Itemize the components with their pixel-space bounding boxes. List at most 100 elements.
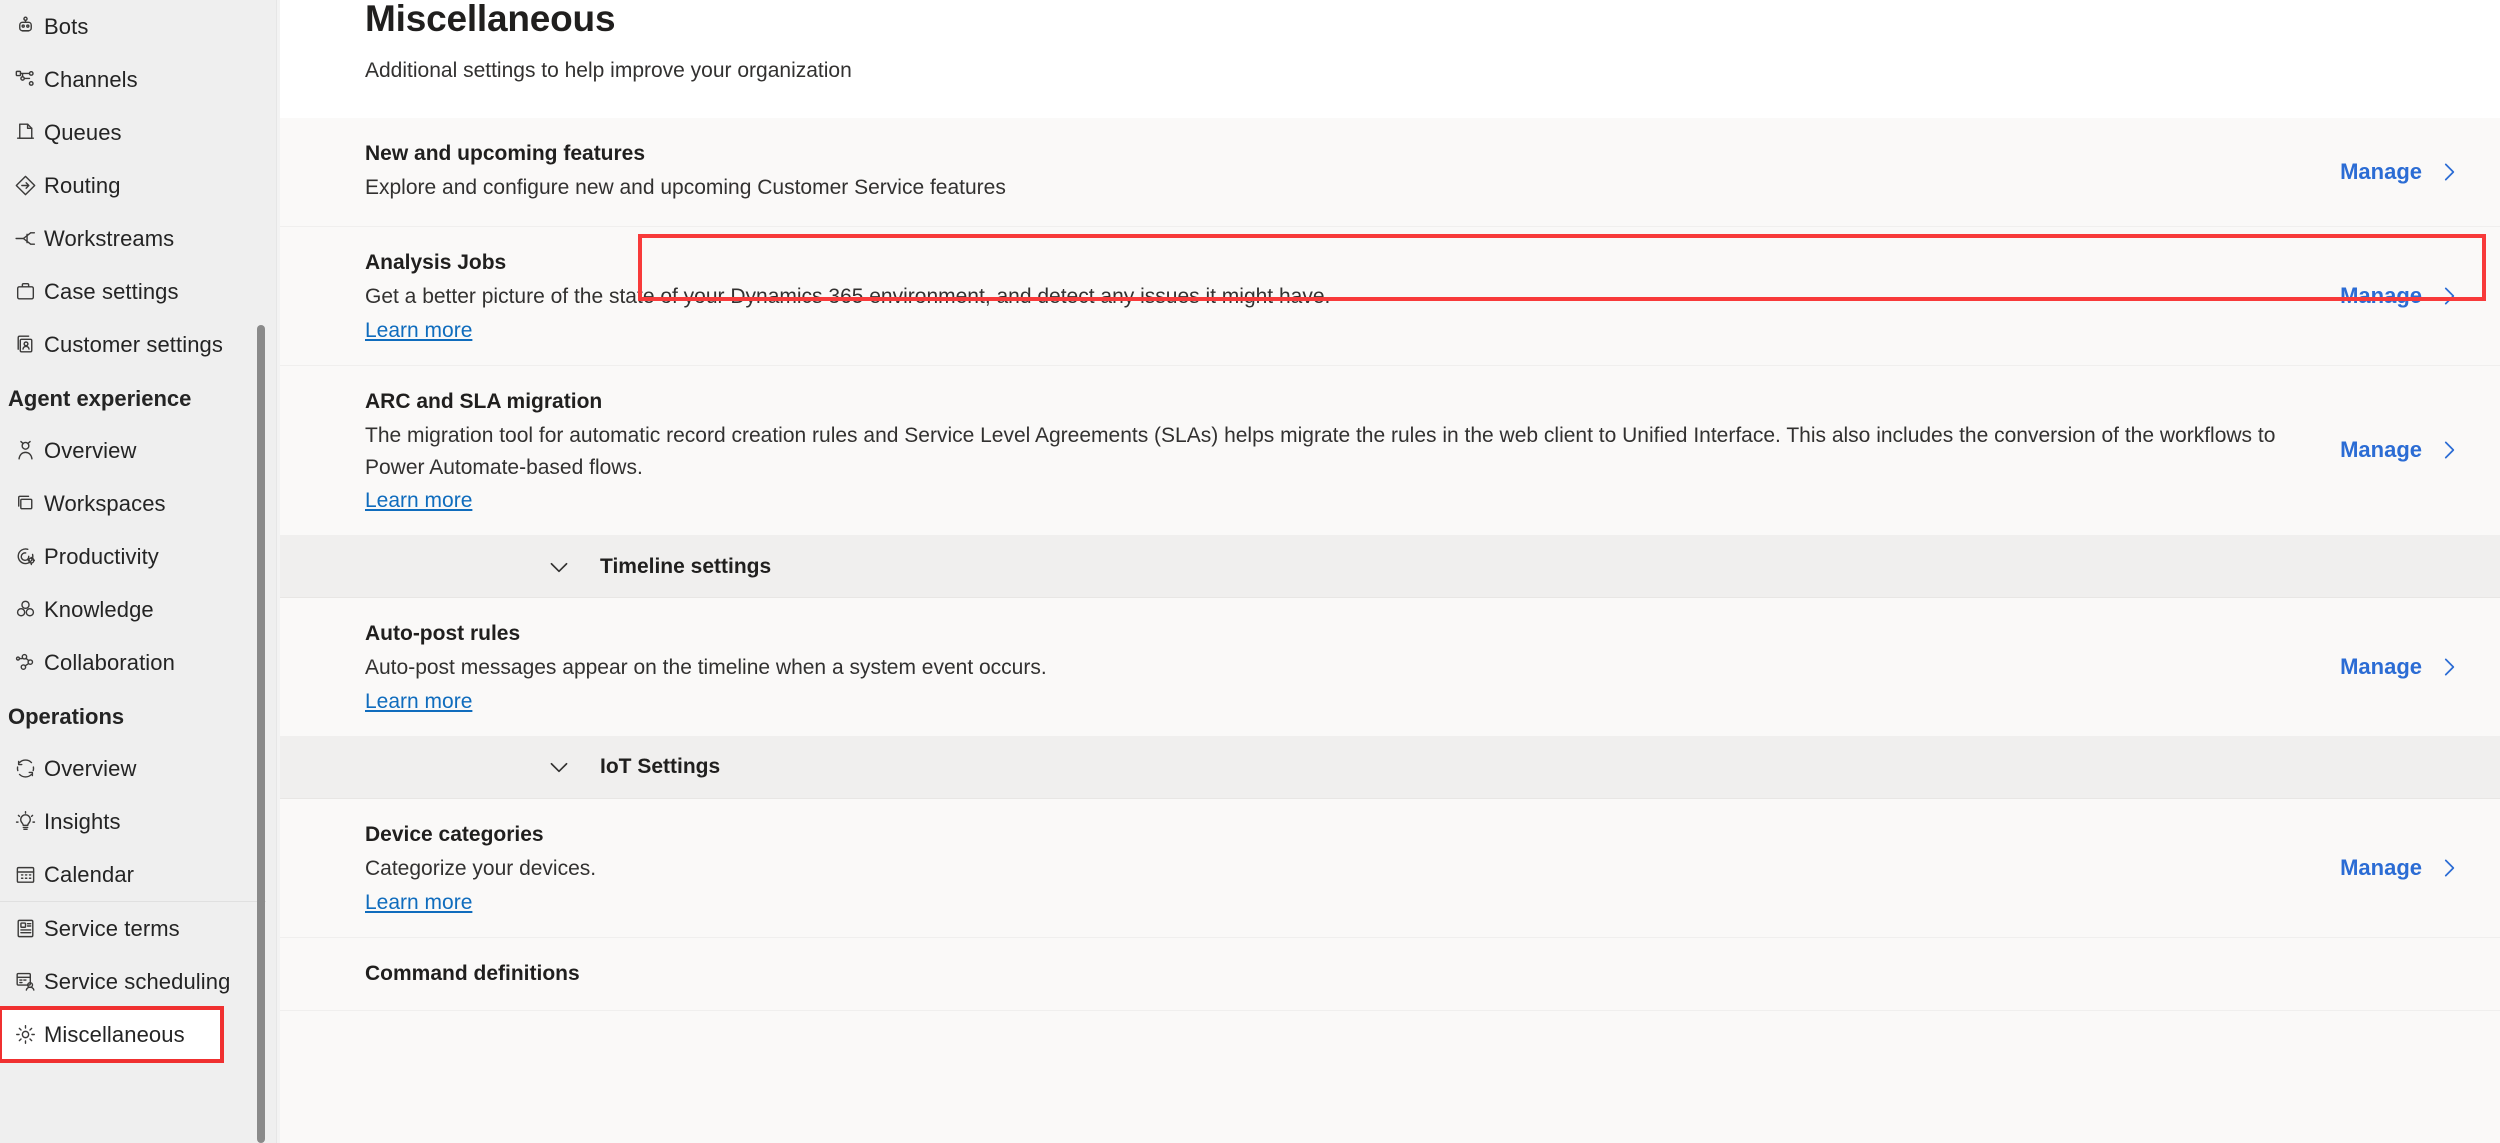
manage-button[interactable]: Manage	[2340, 283, 2480, 309]
chevron-right-icon	[2436, 283, 2462, 309]
setting-row-title: Device categories	[365, 822, 544, 846]
workspaces-icon	[6, 491, 44, 516]
manage-label: Manage	[2340, 653, 2422, 679]
setting-row-description: Auto-post messages appear on the timelin…	[365, 656, 1047, 680]
customer-icon	[6, 332, 44, 357]
service-scheduling-icon	[6, 969, 44, 994]
sidebar-item-label: Service scheduling	[44, 968, 231, 994]
chevron-down-icon[interactable]	[542, 554, 576, 580]
manage-button[interactable]: Manage	[2340, 159, 2480, 185]
sidebar-scrollbar-track[interactable]	[255, 0, 267, 1143]
sidebar-item-label: Miscellaneous	[44, 1021, 185, 1047]
setting-row[interactable]: Device categories Categorize your devices…	[280, 798, 2500, 938]
setting-row-content: ARC and SLA migration The migration tool …	[365, 366, 2340, 535]
sidebar-item-label: Workstreams	[44, 225, 175, 251]
learn-more-link[interactable]: Learn more	[365, 885, 472, 915]
sidebar-item-workstreams[interactable]: Workstreams	[0, 212, 280, 265]
queues-icon	[6, 120, 44, 145]
setting-row-title: Analysis Jobs	[365, 250, 507, 274]
setting-row-content: Analysis Jobs Get a better picture of the…	[365, 227, 2340, 365]
setting-row-content: Device categories Categorize your devices…	[365, 799, 2340, 937]
sidebar-item-label: Collaboration	[44, 649, 175, 675]
knowledge-icon	[6, 597, 44, 622]
setting-row-description: The migration tool for automatic record …	[365, 424, 2276, 479]
settings-rows: New and upcoming features Explore and con…	[280, 118, 2500, 1012]
sidebar-item-routing[interactable]: Routing	[0, 159, 280, 212]
group-header-iot-settings[interactable]: IoT Settings	[280, 736, 2500, 799]
setting-row-content: Auto-post rules Auto-post messages appear…	[365, 598, 2340, 736]
group-header-timeline-settings[interactable]: Timeline settings	[280, 536, 2500, 599]
productivity-icon	[6, 544, 44, 569]
calendar-icon	[6, 862, 44, 887]
group-header-label: Timeline settings	[600, 554, 772, 578]
setting-row[interactable]: Auto-post rules Auto-post messages appear…	[280, 598, 2500, 737]
sidebar-item-workspaces[interactable]: Workspaces	[0, 477, 280, 530]
gear-icon	[6, 1022, 44, 1047]
page-subtitle: Additional settings to help improve your…	[365, 59, 852, 82]
setting-row-title: Auto-post rules	[365, 622, 521, 646]
briefcase-icon	[6, 279, 44, 304]
sidebar-item-label: Overview	[44, 755, 137, 781]
sidebar-item-label: Insights	[44, 808, 121, 834]
sidebar-item-knowledge[interactable]: Knowledge	[0, 583, 280, 636]
channels-icon	[6, 67, 44, 92]
bot-icon	[6, 14, 44, 39]
learn-more-link[interactable]: Learn more	[365, 313, 472, 343]
sidebar-item-productivity[interactable]: Productivity	[0, 530, 280, 583]
sidebar-item-calendar[interactable]: Calendar	[0, 848, 280, 901]
setting-row[interactable]: ARC and SLA migration The migration tool …	[280, 365, 2500, 537]
sidebar-item-service-scheduling[interactable]: Service scheduling	[0, 955, 280, 1008]
setting-row[interactable]: New and upcoming features Explore and con…	[280, 118, 2500, 227]
sidebar-nav-list: Bots Channels Queues Routing Workstreams Case…	[0, 0, 280, 1063]
sidebar-item-label: Overview	[44, 437, 137, 463]
setting-row[interactable]: Command definitions	[280, 937, 2500, 1012]
sidebar-item-label: Case settings	[44, 278, 179, 304]
setting-row-title: New and upcoming features	[365, 142, 646, 165]
learn-more-link[interactable]: Learn more	[365, 684, 472, 714]
sidebar-item-miscellaneous[interactable]: Miscellaneous	[0, 1006, 224, 1063]
sidebar-item-bots[interactable]: Bots	[0, 0, 280, 53]
sidebar-item-label: Bots	[44, 13, 89, 39]
sidebar: Bots Channels Queues Routing Workstreams Case…	[0, 0, 280, 1143]
manage-button[interactable]: Manage	[2340, 654, 2480, 680]
chevron-right-icon	[2436, 654, 2462, 680]
chevron-right-icon	[2436, 855, 2462, 881]
manage-button[interactable]: Manage	[2340, 855, 2480, 881]
sidebar-scrollbar-thumb[interactable]	[257, 325, 265, 1143]
chevron-right-icon	[2436, 437, 2462, 463]
operations-overview-icon	[6, 756, 44, 781]
sidebar-item-queues[interactable]: Queues	[0, 106, 280, 159]
setting-row[interactable]: Analysis Jobs Get a better picture of the…	[280, 226, 2500, 366]
lightbulb-icon	[6, 809, 44, 834]
setting-row-content: New and upcoming features Explore and con…	[365, 118, 2340, 226]
manage-label: Manage	[2340, 854, 2422, 880]
sidebar-item-case-settings[interactable]: Case settings	[0, 265, 280, 318]
sidebar-item-collaboration[interactable]: Collaboration	[0, 636, 280, 689]
chevron-down-icon[interactable]	[542, 754, 576, 780]
sidebar-item-label: Calendar	[44, 861, 135, 887]
service-terms-icon	[6, 916, 44, 941]
sidebar-item-customer-settings[interactable]: Customer settings	[0, 318, 280, 371]
sidebar-item-channels[interactable]: Channels	[0, 53, 280, 106]
learn-more-link[interactable]: Learn more	[365, 483, 472, 513]
sidebar-item-insights[interactable]: Insights	[0, 795, 280, 848]
setting-row-title: ARC and SLA migration	[365, 389, 603, 413]
main-content: Miscellaneous Additional settings to hel…	[280, 0, 2500, 1143]
sidebar-item-label: Workspaces	[44, 490, 166, 516]
sidebar-item-label: Service terms	[44, 915, 180, 941]
page-header: Miscellaneous Additional settings to hel…	[280, 0, 2500, 118]
sidebar-item-service-terms[interactable]: Service terms	[0, 902, 280, 955]
manage-button[interactable]: Manage	[2340, 437, 2480, 463]
setting-row-title: Command definitions	[365, 961, 580, 985]
collaboration-icon	[6, 650, 44, 675]
person-overview-icon	[6, 438, 44, 463]
sidebar-item-overview[interactable]: Overview	[0, 742, 280, 795]
setting-row-description: Explore and configure new and upcoming C…	[365, 176, 1006, 200]
sidebar-item-label: Routing	[44, 172, 121, 198]
sidebar-item-label: Productivity	[44, 543, 159, 569]
workstreams-icon	[6, 226, 44, 251]
sidebar-item-overview[interactable]: Overview	[0, 424, 280, 477]
setting-row-description: Categorize your devices.	[365, 857, 597, 881]
sidebar-item-label: Customer settings	[44, 331, 223, 357]
manage-label: Manage	[2340, 282, 2422, 308]
